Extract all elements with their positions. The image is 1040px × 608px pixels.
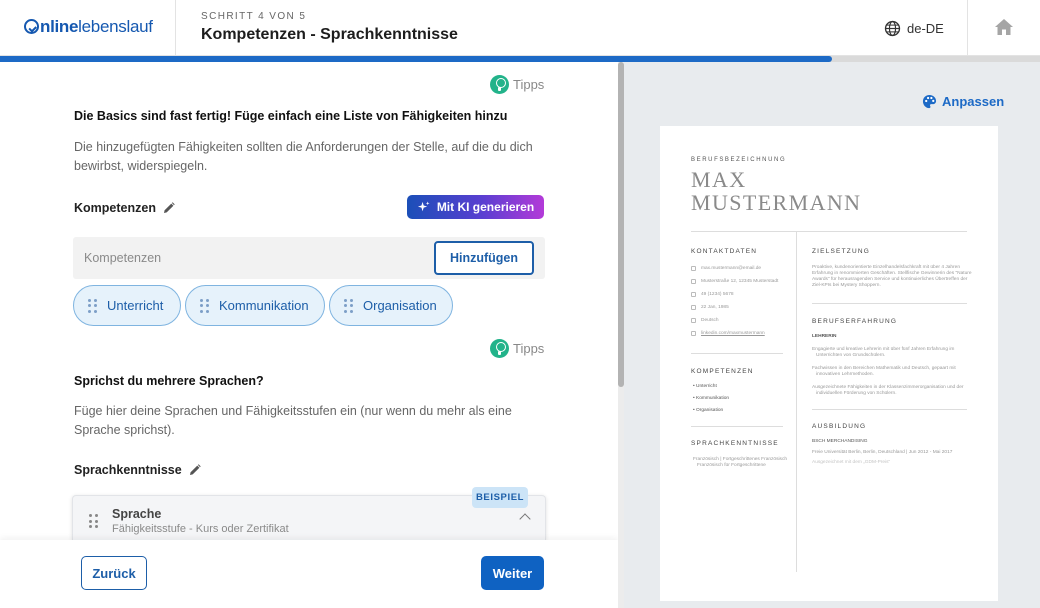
calendar-icon bbox=[691, 305, 696, 310]
cv-languages-heading: SPRACHKENNTNISSE bbox=[691, 440, 779, 447]
home-button[interactable] bbox=[994, 18, 1014, 41]
cv-contact-heading: KONTAKTDATEN bbox=[691, 248, 758, 255]
cv-skill-label: Kommunikation bbox=[696, 396, 730, 401]
language-code: de-DE bbox=[907, 20, 944, 36]
add-skill-button[interactable]: Hinzufügen bbox=[434, 241, 534, 275]
step-indicator: SCHRITT 4 VON 5 bbox=[201, 11, 307, 22]
cv-column-divider bbox=[796, 232, 797, 572]
cv-school: Freie Universität Berlin, Berlin, Deutsc… bbox=[812, 450, 953, 455]
drag-handle-icon[interactable] bbox=[88, 298, 97, 313]
cv-divider bbox=[691, 426, 783, 427]
cv-name: MAX MUSTERMANN bbox=[691, 168, 861, 214]
app-header: nlinelebenslauf SCHRITT 4 VON 5 Kompeten… bbox=[0, 0, 1040, 56]
skill-input[interactable] bbox=[84, 248, 414, 268]
cv-divider bbox=[691, 353, 783, 354]
cv-objective-line: Ziel-KPIs bei Mystery Shoppern. bbox=[812, 283, 881, 288]
skill-chip[interactable]: Kommunikation bbox=[185, 285, 325, 326]
skills-subheading: Kompetenzen bbox=[74, 201, 175, 215]
sparkle-icon bbox=[417, 200, 430, 211]
skills-heading: Die Basics sind fast fertig! Füge einfac… bbox=[74, 109, 508, 123]
flag-icon bbox=[691, 318, 696, 323]
link-icon bbox=[691, 331, 696, 336]
lightbulb-icon bbox=[490, 339, 509, 358]
cv-experience-bullet: innovativen Lehrmethoden. bbox=[816, 372, 874, 377]
home-icon bbox=[995, 19, 1013, 35]
resume-preview[interactable]: BERUFSBEZEICHNUNG MAX MUSTERMANN KONTAKT… bbox=[660, 126, 998, 601]
skill-chip-label: Unterricht bbox=[107, 298, 164, 313]
pencil-icon[interactable] bbox=[189, 464, 201, 476]
languages-heading: Sprichst du mehrere Sprachen? bbox=[74, 374, 264, 388]
cv-language-line: Französisch für Fortgeschrittene bbox=[697, 463, 766, 468]
language-entry-title: Sprache bbox=[112, 507, 162, 521]
logo-check-icon bbox=[24, 19, 39, 34]
globe-icon bbox=[884, 20, 901, 36]
logo-bold-text: nline bbox=[40, 17, 79, 36]
cv-contact-email: max.mustermann@email.de bbox=[701, 266, 762, 271]
languages-subheading-label: Sprachkenntnisse bbox=[74, 463, 182, 477]
email-icon bbox=[691, 266, 696, 271]
cv-role: BERUFSBEZEICHNUNG bbox=[691, 157, 787, 163]
skill-chip-label: Kommunikation bbox=[219, 298, 309, 313]
cv-education-note: Ausgezeichnet mit dem „GDM-Preis“ bbox=[812, 460, 891, 465]
cv-degree: BSCH MERCHANDISING bbox=[812, 439, 868, 444]
skill-input-row: Hinzufügen bbox=[73, 237, 545, 279]
tips-link-languages[interactable]: Tipps bbox=[490, 339, 544, 358]
skills-subheading-label: Kompetenzen bbox=[74, 201, 156, 215]
palette-icon bbox=[922, 94, 937, 109]
language-selector[interactable]: de-DE bbox=[884, 19, 944, 37]
tips-label: Tipps bbox=[513, 341, 545, 356]
phone-icon bbox=[691, 292, 696, 297]
skills-description: Die hinzugefügten Fähigkeiten sollten di… bbox=[74, 140, 533, 173]
cv-experience-bullet: Unterrichten von Grundschülern. bbox=[816, 353, 886, 358]
cv-contact-nationality: Deutsch bbox=[701, 318, 719, 323]
cv-education-heading: AUSBILDUNG bbox=[812, 423, 867, 430]
language-entry-subtitle: Fähigkeitsstufe - Kurs oder Zertifikat bbox=[112, 523, 289, 535]
logo-light-text: lebenslauf bbox=[78, 17, 153, 36]
example-badge: BEISPIEL bbox=[472, 487, 528, 508]
cv-contact-website: linkedin.com/maxmustermann bbox=[701, 331, 765, 336]
cv-contact-birthdate: 22 Jan, 1985 bbox=[701, 305, 729, 310]
skill-chip-label: Organisation bbox=[363, 298, 437, 313]
cv-skills-heading: KOMPETENZEN bbox=[691, 368, 754, 375]
tips-label: Tipps bbox=[513, 77, 545, 92]
cv-divider bbox=[812, 303, 967, 304]
cv-divider bbox=[812, 409, 967, 410]
cv-objective-heading: ZIELSETZUNG bbox=[812, 248, 870, 255]
chevron-up-icon[interactable] bbox=[519, 513, 531, 525]
cv-experience-heading: BERUFSERFAHRUNG bbox=[812, 318, 898, 325]
cv-contact-address: Musterstraße 12, 12345 Musterstadt bbox=[701, 279, 779, 284]
cv-skill-item: • Unterricht bbox=[693, 384, 717, 389]
languages-description: Füge hier deine Sprachen und Fähigkeitss… bbox=[74, 404, 512, 437]
cv-job-title: LEHRERIN bbox=[812, 334, 837, 339]
back-button[interactable]: Zurück bbox=[81, 556, 147, 590]
location-icon bbox=[691, 279, 696, 284]
cv-divider bbox=[691, 231, 967, 232]
customize-label: Anpassen bbox=[942, 94, 1005, 109]
next-button[interactable]: Weiter bbox=[481, 556, 544, 590]
cv-skill-item: • Organisation bbox=[693, 408, 724, 413]
drag-handle-icon[interactable] bbox=[344, 298, 353, 313]
cv-skill-item: • Kommunikation bbox=[693, 396, 730, 401]
languages-subheading: Sprachkenntnisse bbox=[74, 463, 201, 477]
lightbulb-icon bbox=[490, 75, 509, 94]
drag-handle-icon[interactable] bbox=[200, 298, 209, 313]
logo[interactable]: nlinelebenslauf bbox=[24, 17, 153, 37]
skill-chip[interactable]: Organisation bbox=[329, 285, 453, 326]
page-title: Kompetenzen - Sprachkenntnisse bbox=[201, 26, 458, 43]
cv-skill-label: Unterricht bbox=[696, 384, 717, 389]
cv-last-name: MUSTERMANN bbox=[691, 190, 862, 215]
customize-button[interactable]: Anpassen bbox=[922, 94, 1004, 109]
ai-generate-button[interactable]: Mit KI generieren bbox=[407, 195, 544, 219]
header-divider bbox=[175, 0, 176, 56]
header-divider bbox=[967, 0, 968, 56]
cv-contact-phone: 49 (1234) 5678 bbox=[701, 292, 734, 297]
ai-generate-label: Mit KI generieren bbox=[436, 200, 535, 214]
pencil-icon[interactable] bbox=[163, 202, 175, 214]
cv-skill-label: Organisation bbox=[696, 408, 724, 413]
drag-handle-icon[interactable] bbox=[89, 514, 98, 528]
skill-chip[interactable]: Unterricht bbox=[73, 285, 181, 326]
tips-link-skills[interactable]: Tipps bbox=[490, 75, 544, 94]
cv-experience-bullet: individuellen Förderung von Schülern. bbox=[816, 391, 897, 396]
cv-first-name: MAX bbox=[691, 167, 747, 192]
